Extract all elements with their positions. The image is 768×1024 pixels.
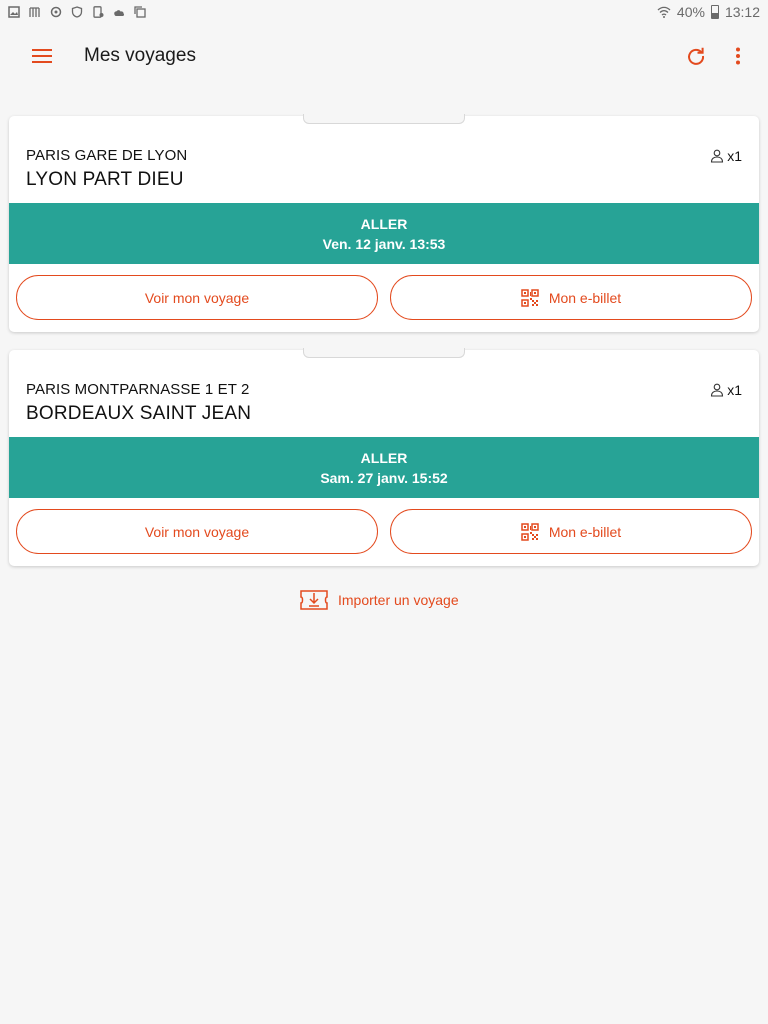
passenger-count-label: x1 xyxy=(727,148,742,164)
trip-date-band: ALLER Sam. 27 janv. 15:52 xyxy=(9,437,759,498)
trip-origin: PARIS MONTPARNASSE 1 ET 2 xyxy=(26,381,250,398)
e-ticket-button[interactable]: Mon e-billet xyxy=(390,509,752,554)
view-trip-label: Voir mon voyage xyxy=(144,523,250,540)
status-right: 40% 13:12 xyxy=(657,4,760,20)
status-bar: 40% 13:12 xyxy=(0,0,768,24)
trip-card[interactable]: PARIS MONTPARNASSE 1 ET 2 BORDEAUX SAINT… xyxy=(9,348,759,566)
wifi-icon xyxy=(657,6,671,18)
passenger-count-label: x1 xyxy=(727,382,742,398)
trip-date: Ven. 12 janv. 13:53 xyxy=(322,236,446,252)
sync-icon xyxy=(50,6,62,18)
trip-direction: ALLER xyxy=(360,450,408,466)
import-trip-button[interactable]: Importer un voyage xyxy=(300,590,459,610)
view-trip-label: Voir mon voyage xyxy=(144,289,250,306)
e-ticket-label: Mon e-billet xyxy=(548,289,622,306)
e-ticket-button[interactable]: Mon e-billet xyxy=(390,275,752,320)
battery-level: 40% xyxy=(676,4,705,20)
status-icons xyxy=(8,6,146,18)
passenger-icon xyxy=(711,149,724,163)
e-ticket-label: Mon e-billet xyxy=(548,523,622,540)
image-icon xyxy=(8,6,20,18)
view-trip-button[interactable]: Voir mon voyage xyxy=(16,275,378,320)
more-vert-icon[interactable] xyxy=(726,44,750,68)
app-bar: Mes voyages xyxy=(0,24,768,88)
qr-code-icon xyxy=(521,522,539,541)
trip-date: Sam. 27 janv. 15:52 xyxy=(320,470,448,486)
clock: 13:12 xyxy=(724,4,760,20)
import-ticket-icon xyxy=(300,590,328,610)
passenger-icon xyxy=(711,383,724,397)
copy-icon xyxy=(134,6,146,18)
qr-code-icon xyxy=(521,288,539,307)
trip-direction: ALLER xyxy=(360,216,408,232)
card-tab xyxy=(303,348,465,358)
shield-icon xyxy=(71,6,83,18)
page-title: Mes voyages xyxy=(84,45,196,66)
passenger-count: x1 xyxy=(710,382,742,398)
trip-destination: BORDEAUX SAINT JEAN xyxy=(26,403,252,424)
refresh-icon[interactable] xyxy=(684,44,708,68)
view-trip-button[interactable]: Voir mon voyage xyxy=(16,509,378,554)
trip-card[interactable]: PARIS GARE DE LYON LYON PART DIEU x1 ALL… xyxy=(9,114,759,332)
cloud-icon xyxy=(114,10,125,16)
phone-icon xyxy=(93,6,104,18)
notification-icon xyxy=(29,7,40,17)
trip-destination: LYON PART DIEU xyxy=(26,169,184,190)
hamburger-icon[interactable] xyxy=(32,46,56,66)
battery-icon xyxy=(710,5,719,19)
passenger-count: x1 xyxy=(710,148,742,164)
card-tab xyxy=(303,114,465,124)
import-trip-label: Importer un voyage xyxy=(338,592,459,608)
trip-origin: PARIS GARE DE LYON xyxy=(26,147,188,164)
trip-date-band: ALLER Ven. 12 janv. 13:53 xyxy=(9,203,759,264)
